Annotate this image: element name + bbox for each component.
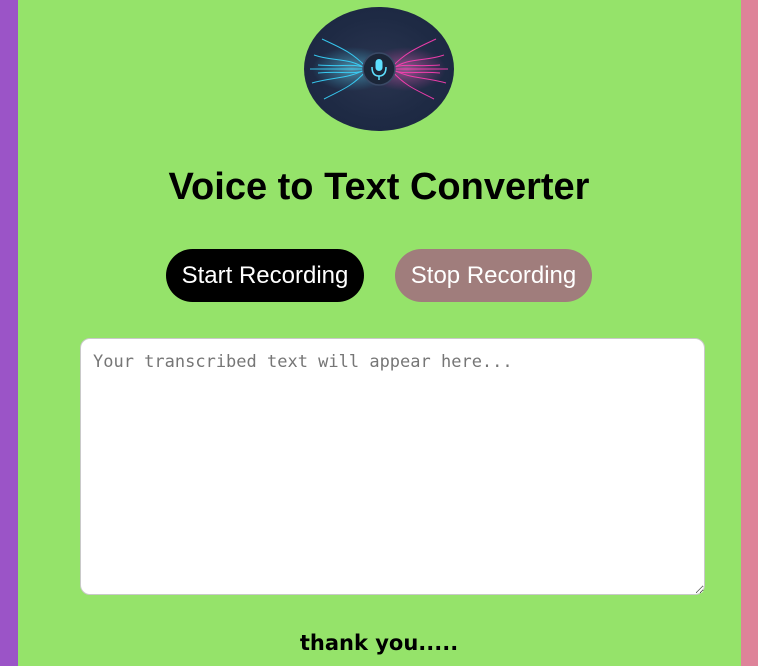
right-border-strip <box>741 0 758 666</box>
page-title: Voice to Text Converter <box>168 166 590 208</box>
thank-you-footer: thank you..... <box>299 631 459 655</box>
transcript-textarea[interactable] <box>80 338 705 595</box>
left-border-strip <box>0 0 18 666</box>
microphone-sound-wave-icon <box>304 7 454 131</box>
stop-recording-button[interactable]: Stop Recording <box>395 249 592 302</box>
start-recording-button[interactable]: Start Recording <box>166 249 364 302</box>
